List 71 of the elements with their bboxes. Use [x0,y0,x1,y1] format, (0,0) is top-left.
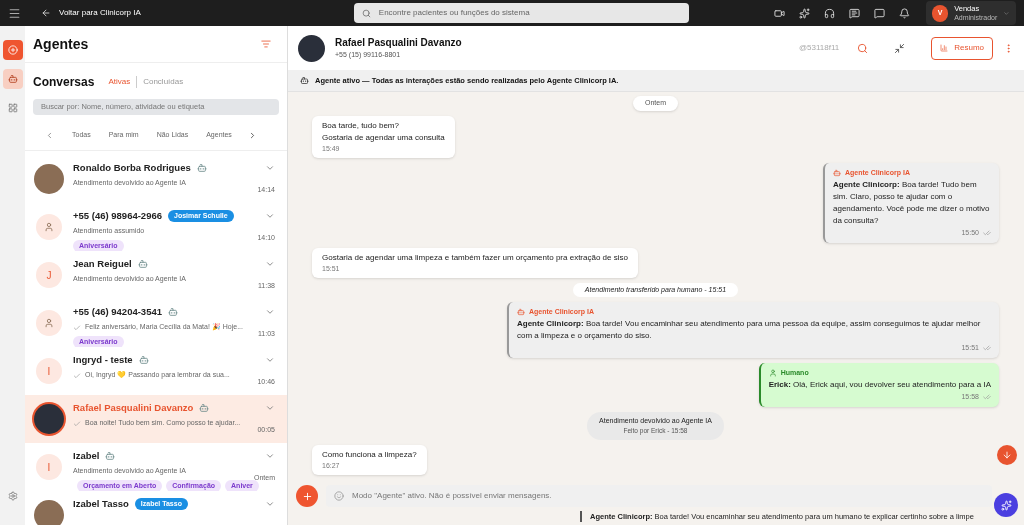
section-title: Conversas [33,74,95,91]
message-text: Agente Clinicorp: Boa tarde! Vou encaminhar seu atendimento para uma pessoa da equipe, assim conseguimos te ajudar melhor com a limpeza e o orçamento do siso. [517,318,982,342]
shrink-icon[interactable] [894,42,906,54]
contact-name: Ronaldo Borba Rodrigues [73,161,191,175]
expand-icon[interactable] [265,403,275,413]
add-circle-icon [7,45,18,55]
person-icon [768,369,777,377]
contact-name: +55 (46) 94204-3541 [73,305,162,319]
sparkle-icon[interactable] [799,7,810,19]
panel-title: Agentes [33,34,89,54]
avatar-initial: I [36,454,62,480]
assistant-button[interactable] [994,493,1018,517]
settings-icon[interactable] [7,491,18,501]
back-link[interactable]: Voltar para Clinicorp IA [59,7,141,19]
sparkle-icon [1000,499,1012,511]
add-button[interactable] [296,485,318,507]
avatar-photo [34,500,64,525]
expand-icon[interactable] [265,259,275,269]
expand-icon[interactable] [265,163,275,173]
chat-icon[interactable] [874,7,885,19]
rail-button[interactable] [2,69,23,89]
expand-icon[interactable] [265,307,275,317]
double-check-icon [983,393,991,401]
expand-icon[interactable] [265,451,275,461]
video-icon[interactable] [774,7,785,19]
bot-icon [7,74,18,84]
bar-chart-icon [940,44,949,52]
search-icon [361,8,371,18]
menu-icon[interactable] [8,6,21,20]
filter-icon[interactable] [261,39,271,49]
double-check-icon [983,344,991,352]
message-text: Erick: Olá, Erick aqui, vou devolver seu atendimento para a IA [768,379,991,391]
chat-contact-name: Rafael Pasqualini Davanzo [335,36,462,51]
avatar-initial: I [36,358,62,384]
chat-text-icon[interactable] [849,7,860,19]
rail-button[interactable] [2,40,23,60]
contact-name: +55 (46) 98964-2966 [73,209,162,223]
avatar-initial: J [36,262,62,288]
summary-button[interactable]: Resumo [931,36,993,60]
expand-icon[interactable] [265,211,275,221]
emoji-icon [334,491,344,501]
contact-name: Izabel [73,449,100,463]
bell-icon[interactable] [899,7,910,19]
grid-icon [7,103,18,113]
plus-icon [301,490,313,502]
chevron-left-icon[interactable] [45,131,54,140]
contact-name: Jean Reiguel [73,257,132,271]
contact-photo [298,34,325,62]
headset-icon[interactable] [824,7,835,19]
bot-icon [517,308,525,316]
double-check-icon [983,228,991,237]
search-icon[interactable] [857,42,869,54]
avatar-photo [34,404,64,434]
person-icon [44,318,54,328]
contact-name: Rafael Pasqualini Davanzo [73,401,194,415]
back-arrow-icon[interactable] [41,8,51,18]
avatar-photo [34,164,64,194]
arrow-down-icon [1002,450,1012,460]
expand-icon[interactable] [265,355,275,365]
person-icon [44,222,54,232]
bot-icon [833,168,841,177]
message-text: Agente Clinicorp: Boa tarde! Tudo bem sim. Claro, posso te ajudar com o agendamento. Você pode me dizer o motivo da consulta? [833,178,991,227]
bot-icon [300,76,309,85]
contact-name: Izabel Tasso [73,497,129,511]
expand-icon[interactable] [265,499,275,509]
status-tab[interactable]: Ativas [102,76,137,88]
caret-icon [1003,9,1010,17]
scroll-down-button[interactable] [997,445,1017,465]
contact-handle: @53118f11 [798,42,840,54]
contact-name: Ingryd - teste [73,353,133,367]
search-field[interactable]: Encontre pacientes ou funções do sistema [353,3,689,23]
